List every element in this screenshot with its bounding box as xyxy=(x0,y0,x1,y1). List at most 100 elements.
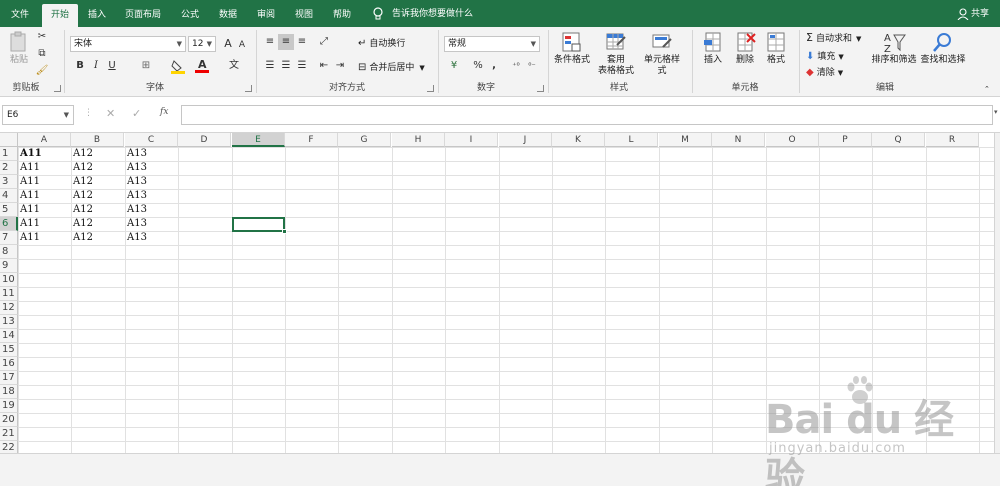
cell-C3[interactable]: A13 xyxy=(125,175,178,189)
tab-data[interactable]: 数据 xyxy=(210,4,246,27)
column-header-Q[interactable]: Q xyxy=(872,133,925,147)
tab-view[interactable]: 视图 xyxy=(286,4,322,27)
copy-icon[interactable]: ⧉ xyxy=(34,46,50,62)
row-header-12[interactable]: 12 xyxy=(0,301,18,315)
select-all-corner[interactable] xyxy=(0,133,18,147)
row-header-1[interactable]: 1 xyxy=(0,147,18,161)
alignment-launcher-icon[interactable] xyxy=(427,85,434,92)
italic-button[interactable]: I xyxy=(88,58,104,74)
border-icon[interactable]: ⊞ xyxy=(138,58,154,74)
column-header-C[interactable]: C xyxy=(125,133,178,147)
cell-C4[interactable]: A13 xyxy=(125,189,178,203)
align-center-icon[interactable]: ☰ xyxy=(278,58,294,74)
align-middle-icon[interactable]: ≡ xyxy=(278,34,294,50)
cell-A1[interactable]: A11 xyxy=(18,147,71,161)
cell-A7[interactable]: A11 xyxy=(18,231,71,245)
row-header-16[interactable]: 16 xyxy=(0,357,18,371)
cell-C1[interactable]: A13 xyxy=(125,147,178,161)
cell-C6[interactable]: A13 xyxy=(125,217,178,231)
collapse-ribbon-icon[interactable]: ⌃ xyxy=(984,85,990,93)
cell-C5[interactable]: A13 xyxy=(125,203,178,217)
cell-A2[interactable]: A11 xyxy=(18,161,71,175)
row-header-9[interactable]: 9 xyxy=(0,259,18,273)
expand-formula-icon[interactable]: ▾ xyxy=(994,108,998,116)
cancel-icon[interactable]: ✕ xyxy=(106,107,115,120)
cell-A4[interactable]: A11 xyxy=(18,189,71,203)
tab-home[interactable]: 开始 xyxy=(42,4,78,27)
column-header-P[interactable]: P xyxy=(819,133,872,147)
row-header-3[interactable]: 3 xyxy=(0,175,18,189)
column-header-G[interactable]: G xyxy=(338,133,391,147)
cell-A5[interactable]: A11 xyxy=(18,203,71,217)
row-header-17[interactable]: 17 xyxy=(0,371,18,385)
cell-B1[interactable]: A12 xyxy=(71,147,124,161)
merge-center-button[interactable]: ⊟ 合并后居中 ▼ xyxy=(358,60,425,73)
format-as-table-button[interactable]: 套用 表格格式 xyxy=(594,31,638,77)
row-header-7[interactable]: 7 xyxy=(0,231,18,245)
delete-cells-button[interactable]: 删除 xyxy=(730,31,760,66)
currency-icon[interactable]: ¥ xyxy=(446,58,462,74)
align-left-icon[interactable]: ☰ xyxy=(262,58,278,74)
fill-button[interactable]: ⬇ 填充 ▼ xyxy=(806,49,844,62)
cell-styles-button[interactable]: 单元格样式 xyxy=(640,31,684,77)
tab-insert[interactable]: 插入 xyxy=(80,4,114,27)
decrease-indent-icon[interactable]: ⇤ xyxy=(316,58,332,74)
tab-formulas[interactable]: 公式 xyxy=(172,4,208,27)
row-header-18[interactable]: 18 xyxy=(0,385,18,399)
cell-C7[interactable]: A13 xyxy=(125,231,178,245)
tab-page-layout[interactable]: 页面布局 xyxy=(118,4,168,27)
format-painter-icon[interactable]: 🖌 xyxy=(34,63,50,79)
clear-button[interactable]: ◆ 清除 ▼ xyxy=(806,65,843,78)
column-header-A[interactable]: A xyxy=(18,133,71,147)
align-top-icon[interactable]: ≡ xyxy=(262,34,278,50)
cell-A6[interactable]: A11 xyxy=(18,217,71,231)
fill-color-icon[interactable] xyxy=(170,58,186,74)
row-header-19[interactable]: 19 xyxy=(0,399,18,413)
row-header-5[interactable]: 5 xyxy=(0,203,18,217)
font-name-combo[interactable]: 宋体 ▼ xyxy=(70,36,186,52)
formula-input[interactable] xyxy=(181,105,993,125)
increase-indent-icon[interactable]: ⇥ xyxy=(332,58,348,74)
underline-button[interactable]: U xyxy=(104,58,120,74)
align-bottom-icon[interactable]: ≡ xyxy=(294,34,310,50)
tab-help[interactable]: 帮助 xyxy=(324,4,360,27)
row-header-8[interactable]: 8 xyxy=(0,245,18,259)
increase-decimal-icon[interactable]: ⁺⁰ xyxy=(508,58,524,74)
sort-filter-button[interactable]: AZ 排序和筛选 xyxy=(870,31,918,66)
shrink-font-button[interactable]: A xyxy=(234,37,250,53)
autosum-button[interactable]: Σ 自动求和 ▼ xyxy=(806,31,861,44)
cell-B7[interactable]: A12 xyxy=(71,231,124,245)
column-header-B[interactable]: B xyxy=(71,133,124,147)
row-header-15[interactable]: 15 xyxy=(0,343,18,357)
more-options-icon[interactable]: ⋮ xyxy=(84,108,93,118)
cell-C2[interactable]: A13 xyxy=(125,161,178,175)
row-header-13[interactable]: 13 xyxy=(0,315,18,329)
enter-icon[interactable]: ✓ xyxy=(132,107,141,120)
column-header-M[interactable]: M xyxy=(659,133,712,147)
column-header-R[interactable]: R xyxy=(926,133,979,147)
row-header-20[interactable]: 20 xyxy=(0,413,18,427)
number-launcher-icon[interactable] xyxy=(537,85,544,92)
wrap-text-button[interactable]: ↵ 自动换行 xyxy=(358,36,405,49)
vertical-scrollbar[interactable] xyxy=(994,133,1000,453)
cell-A3[interactable]: A11 xyxy=(18,175,71,189)
row-header-11[interactable]: 11 xyxy=(0,287,18,301)
percent-button[interactable]: % xyxy=(470,58,486,74)
clipboard-launcher-icon[interactable] xyxy=(54,85,61,92)
cell-B4[interactable]: A12 xyxy=(71,189,124,203)
name-box[interactable]: E6 ▼ xyxy=(2,105,74,125)
column-header-N[interactable]: N xyxy=(712,133,765,147)
row-header-14[interactable]: 14 xyxy=(0,329,18,343)
row-header-2[interactable]: 2 xyxy=(0,161,18,175)
insert-cells-button[interactable]: 插入 xyxy=(698,31,728,66)
row-header-21[interactable]: 21 xyxy=(0,427,18,441)
font-launcher-icon[interactable] xyxy=(245,85,252,92)
column-header-L[interactable]: L xyxy=(605,133,658,147)
column-header-E[interactable]: E xyxy=(232,133,285,147)
row-header-22[interactable]: 22 xyxy=(0,441,18,453)
row-header-6[interactable]: 6 xyxy=(0,217,18,231)
cut-icon[interactable]: ✂ xyxy=(34,29,50,45)
column-header-O[interactable]: O xyxy=(766,133,819,147)
orientation-icon[interactable]: ⤢ xyxy=(316,34,332,50)
column-header-H[interactable]: H xyxy=(392,133,445,147)
